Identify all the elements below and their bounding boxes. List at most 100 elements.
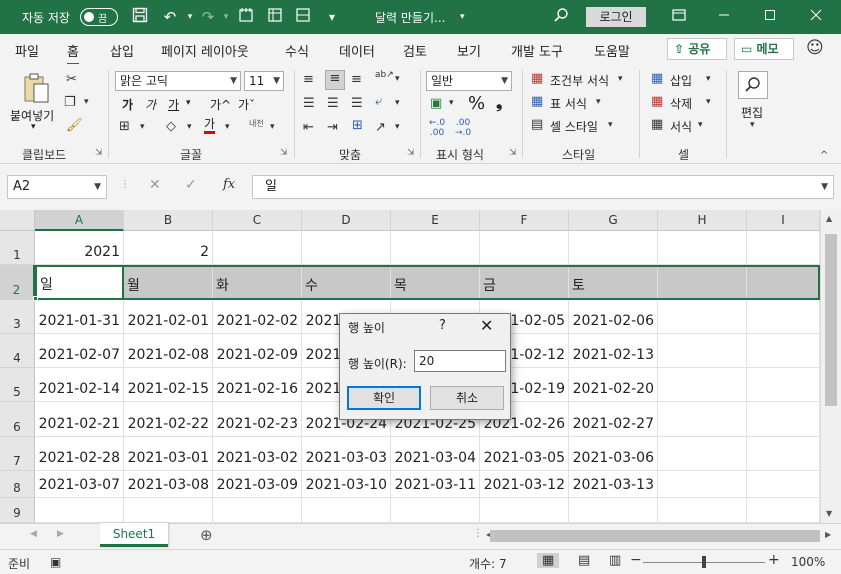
- clipboard-launcher-icon[interactable]: ⇲: [95, 148, 103, 158]
- conditional-dropdown-icon[interactable]: ▾: [618, 74, 623, 84]
- form-icon[interactable]: [236, 7, 256, 27]
- phonetic-button[interactable]: 내천: [249, 118, 264, 129]
- column-header-g[interactable]: G: [569, 210, 658, 231]
- cell-c6[interactable]: 2021-02-23: [213, 402, 302, 437]
- column-header-h[interactable]: H: [658, 210, 747, 231]
- vertical-scrollbar[interactable]: ▲ ▼: [820, 210, 841, 523]
- cell-a7[interactable]: 2021-02-28: [35, 437, 124, 471]
- enter-icon[interactable]: ✓: [185, 177, 197, 193]
- editing-dropdown-icon[interactable]: ▾: [750, 120, 755, 130]
- conditional-format-icon[interactable]: ▦: [531, 71, 543, 86]
- zoom-in-button[interactable]: +: [768, 552, 780, 568]
- column-header-c[interactable]: C: [213, 210, 302, 231]
- insert-dropdown-icon[interactable]: ▾: [706, 74, 711, 84]
- cell-i9[interactable]: [747, 498, 820, 523]
- cell-f7[interactable]: 2021-03-05: [480, 437, 569, 471]
- orientation-dropdown-icon[interactable]: ▾: [395, 74, 400, 84]
- italic-button[interactable]: 가: [145, 96, 156, 113]
- cell-h5[interactable]: [658, 368, 747, 402]
- next-sheet-icon[interactable]: ▶: [57, 529, 64, 539]
- tab-view[interactable]: 보기: [457, 41, 481, 60]
- wrap-text-icon[interactable]: ⤶: [375, 94, 382, 109]
- cell-i3[interactable]: [747, 300, 820, 334]
- align-bottom-icon[interactable]: ≡: [351, 72, 362, 87]
- ribbon-display-icon[interactable]: [669, 7, 689, 27]
- row-header-6[interactable]: 6: [0, 402, 35, 437]
- fill-handle[interactable]: [33, 296, 38, 301]
- increase-indent-icon[interactable]: ⇥: [327, 120, 338, 135]
- cell-g5[interactable]: 2021-02-20: [569, 368, 658, 402]
- formula-input[interactable]: 일 ▼: [252, 175, 834, 199]
- cell-i4[interactable]: [747, 334, 820, 368]
- cell-a8[interactable]: 2021-03-07: [35, 471, 124, 498]
- tab-insert[interactable]: 삽입: [110, 41, 134, 60]
- tab-developer[interactable]: 개발 도구: [511, 41, 563, 60]
- cell-b1[interactable]: 2: [124, 231, 213, 265]
- scroll-down-icon[interactable]: ▼: [826, 509, 832, 518]
- resize-handle-icon[interactable]: ⋮: [120, 179, 130, 190]
- feedback-smiley-icon[interactable]: ☺: [806, 38, 824, 58]
- merge-dropdown-icon[interactable]: ▾: [395, 122, 400, 132]
- font-size-combo[interactable]: 11 ▼: [244, 71, 284, 91]
- layout-icon[interactable]: [293, 7, 313, 27]
- row-header-7[interactable]: 7: [0, 437, 35, 471]
- maximize-icon[interactable]: [760, 7, 780, 27]
- tab-home[interactable]: 홈: [67, 41, 79, 66]
- copy-dropdown-icon[interactable]: ▾: [84, 97, 89, 107]
- cell-g4[interactable]: 2021-02-13: [569, 334, 658, 368]
- zoom-slider-knob[interactable]: [702, 556, 706, 568]
- font-name-combo[interactable]: 맑은 고딕 ▼: [115, 71, 241, 91]
- insert-cells-icon[interactable]: ▦: [651, 71, 663, 86]
- cell-a3[interactable]: 2021-01-31: [35, 300, 124, 334]
- customize-qat-icon[interactable]: ▾: [322, 7, 342, 27]
- insert-function-icon[interactable]: fx: [223, 177, 235, 192]
- cell-h9[interactable]: [658, 498, 747, 523]
- delete-cells-icon[interactable]: ▦: [651, 94, 663, 109]
- column-header-d[interactable]: D: [302, 210, 391, 231]
- cell-e7[interactable]: 2021-03-04: [391, 437, 480, 471]
- row-header-3[interactable]: 3: [0, 300, 35, 334]
- number-format-combo[interactable]: 일반 ▼: [426, 71, 512, 91]
- cell-h7[interactable]: [658, 437, 747, 471]
- zoom-level[interactable]: 100%: [791, 555, 825, 569]
- macro-record-icon[interactable]: ▣: [50, 555, 61, 569]
- increase-font-button[interactable]: 가^: [210, 96, 231, 113]
- paste-icon[interactable]: [22, 72, 50, 104]
- filename-chevron-icon[interactable]: ▾: [460, 12, 465, 22]
- insert-cells-button[interactable]: 삽입: [670, 72, 692, 89]
- redo-icon[interactable]: ↷: [198, 7, 218, 27]
- undo-dropdown-icon[interactable]: ▾: [180, 7, 200, 27]
- cell-g3[interactable]: 2021-02-06: [569, 300, 658, 334]
- column-header-b[interactable]: B: [124, 210, 213, 231]
- cancel-icon[interactable]: ✕: [149, 177, 161, 193]
- column-header-i[interactable]: I: [747, 210, 820, 231]
- cell-b9[interactable]: [124, 498, 213, 523]
- row-header-1[interactable]: 1: [0, 231, 35, 265]
- underline-dropdown-icon[interactable]: ▾: [186, 98, 191, 108]
- cell-styles-icon[interactable]: ▤: [531, 117, 543, 132]
- row-height-input[interactable]: 20: [414, 350, 506, 372]
- delete-dropdown-icon[interactable]: ▾: [706, 97, 711, 107]
- cell-d8[interactable]: 2021-03-10: [302, 471, 391, 498]
- cell-b4[interactable]: 2021-02-08: [124, 334, 213, 368]
- cell-g8[interactable]: 2021-03-13: [569, 471, 658, 498]
- file-name[interactable]: 달력 만들기...: [375, 9, 445, 26]
- fill-color-icon[interactable]: ◇: [166, 119, 176, 134]
- cell-a9[interactable]: [35, 498, 124, 523]
- row-header-2[interactable]: 2: [0, 265, 35, 300]
- cell-styles-dropdown-icon[interactable]: ▾: [608, 120, 613, 130]
- align-middle-icon[interactable]: ≡: [325, 70, 345, 90]
- increase-decimal-icon[interactable]: ←.0.00: [429, 118, 445, 138]
- font-launcher-icon[interactable]: ⇲: [280, 148, 288, 158]
- search-icon[interactable]: [551, 7, 571, 27]
- cell-b3[interactable]: 2021-02-01: [124, 300, 213, 334]
- copy-icon[interactable]: ❐: [64, 95, 76, 110]
- cell-i7[interactable]: [747, 437, 820, 471]
- cell-f1[interactable]: [480, 231, 569, 265]
- cell-g6[interactable]: 2021-02-27: [569, 402, 658, 437]
- number-launcher-icon[interactable]: ⇲: [509, 148, 517, 158]
- table-dropdown-icon[interactable]: ▾: [596, 97, 601, 107]
- zoom-out-button[interactable]: −: [630, 552, 642, 568]
- accounting-dropdown-icon[interactable]: ▾: [449, 98, 454, 108]
- cell-g1[interactable]: [569, 231, 658, 265]
